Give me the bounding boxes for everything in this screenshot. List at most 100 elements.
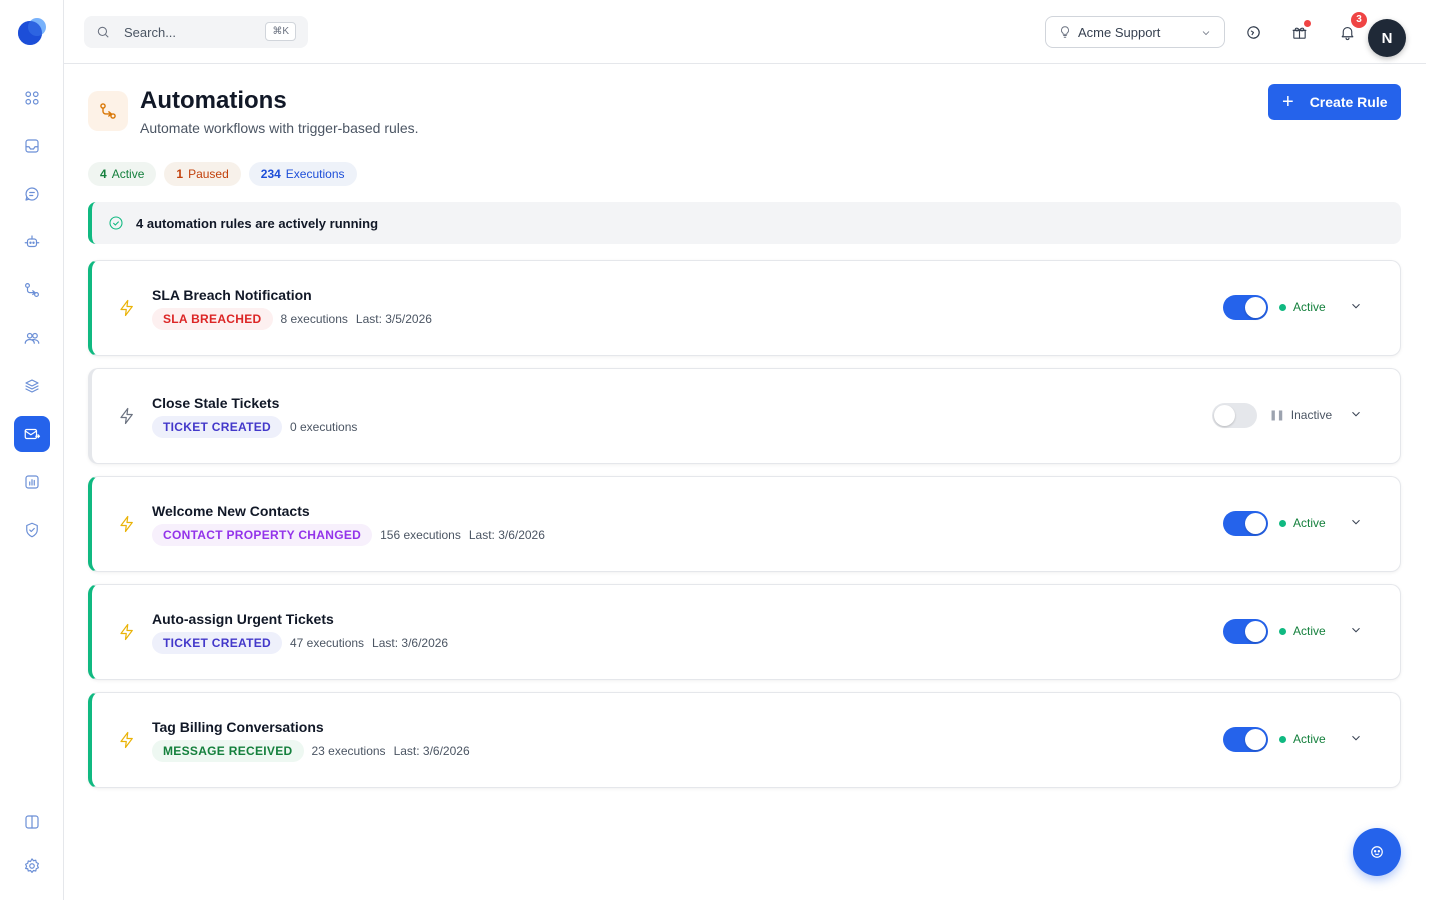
bot-icon[interactable] <box>14 224 50 260</box>
rule-toggle[interactable] <box>1223 619 1268 644</box>
workflow-icon[interactable] <box>14 272 50 308</box>
bell-icon[interactable]: 3 <box>1335 12 1367 44</box>
rule-status: Active <box>1279 516 1326 530</box>
create-rule-button[interactable]: + Create Rule <box>1268 84 1401 120</box>
page-subtitle: Automate workflows with trigger-based ru… <box>140 120 419 136</box>
status-dot <box>1279 627 1286 635</box>
rule-name: Welcome New Contacts <box>152 503 310 519</box>
lightbulb-icon <box>1061 26 1069 38</box>
rule-executions: 8 executions <box>280 312 348 326</box>
app-logo[interactable] <box>16 15 48 47</box>
rule-last-run: Last: 3/6/2026 <box>393 744 470 758</box>
rule-status-label: Inactive <box>1290 408 1333 422</box>
expand-chevron-icon[interactable] <box>1349 731 1365 747</box>
rule-meta: CONTACT PROPERTY CHANGED 156 executions … <box>152 524 545 546</box>
check-circle-icon <box>109 216 123 230</box>
rule-last-run: Last: 3/6/2026 <box>372 636 449 650</box>
status-dot <box>1279 303 1286 311</box>
dashboard-icon[interactable] <box>14 80 50 116</box>
search-shortcut: ⌘K <box>265 22 296 41</box>
team-icon[interactable] <box>14 320 50 356</box>
chat-bubble-icon <box>1371 846 1383 858</box>
toggle-knob <box>1245 297 1266 318</box>
reports-icon[interactable] <box>14 464 50 500</box>
rule-card[interactable]: SLA Breach Notification SLA BREACHED 8 e… <box>88 260 1401 356</box>
inbox-icon[interactable] <box>14 128 50 164</box>
search-box[interactable]: ⌘K <box>84 16 308 48</box>
rule-meta: MESSAGE RECEIVED 23 executions Last: 3/6… <box>152 740 470 762</box>
rule-executions: 47 executions <box>289 636 365 650</box>
rule-status: Active <box>1279 732 1326 746</box>
pause-icon: ❚❚ <box>1269 409 1285 421</box>
rule-name: Tag Billing Conversations <box>152 719 324 735</box>
rule-card[interactable]: Auto-assign Urgent Tickets TICKET CREATE… <box>88 584 1401 680</box>
create-rule-label: Create Rule <box>1309 94 1388 110</box>
rule-card[interactable]: Welcome New Contacts CONTACT PROPERTY CH… <box>88 476 1401 572</box>
stat-paused-count: 1 <box>176 167 184 181</box>
rule-card[interactable]: Tag Billing Conversations MESSAGE RECEIV… <box>88 692 1401 788</box>
user-avatar[interactable]: N <box>1368 19 1406 57</box>
stat-active-label: Active <box>111 167 145 181</box>
status-banner: 4 automation rules are actively running <box>88 202 1401 244</box>
expand-chevron-icon[interactable] <box>1349 407 1365 423</box>
expand-chevron-icon[interactable] <box>1349 623 1365 639</box>
trigger-tag: SLA BREACHED <box>152 308 273 330</box>
stat-paused: 1 Paused <box>164 162 241 186</box>
chevron-down-icon <box>1202 31 1210 36</box>
rule-status-label: Active <box>1293 624 1326 638</box>
bolt-icon <box>118 514 136 534</box>
expand-chevron-icon[interactable] <box>1349 515 1365 531</box>
knowledge-layers-icon[interactable] <box>14 368 50 404</box>
stat-active: 4 Active <box>88 162 157 186</box>
stat-active-count: 4 <box>100 167 107 181</box>
plus-icon: + <box>1282 91 1294 113</box>
bolt-icon <box>118 406 136 426</box>
status-dot <box>1279 735 1286 743</box>
settings-gear-icon[interactable] <box>14 848 50 884</box>
page-title: Automations <box>140 87 287 114</box>
stats-row: 4 Active 1 Paused 234 Executions <box>88 162 357 186</box>
bolt-icon <box>118 622 136 642</box>
toggle-knob <box>1245 621 1266 642</box>
status-dot <box>1279 519 1286 527</box>
chat-icon[interactable] <box>14 176 50 212</box>
stat-executions-label: Executions <box>285 167 345 181</box>
expand-chevron-icon[interactable] <box>1349 299 1365 315</box>
sidebar-toggle-icon[interactable] <box>14 804 50 840</box>
rule-status-label: Active <box>1293 516 1326 530</box>
rule-last-run: Last: 3/5/2026 <box>355 312 432 326</box>
rule-toggle[interactable] <box>1223 511 1268 536</box>
bolt-icon <box>118 730 136 750</box>
search-input[interactable] <box>84 16 264 48</box>
rule-status-label: Active <box>1293 300 1326 314</box>
workspace-selector[interactable]: Acme Support <box>1045 16 1225 48</box>
rule-executions: 0 executions <box>289 420 358 434</box>
toggle-knob <box>1214 405 1235 426</box>
gift-icon[interactable] <box>1287 20 1311 44</box>
trigger-tag: TICKET CREATED <box>152 632 282 654</box>
banner-text: 4 automation rules are actively running <box>136 215 379 231</box>
automations-mail-icon[interactable] <box>14 416 50 452</box>
status-indicator-icon[interactable] <box>1241 20 1265 44</box>
trigger-tag: CONTACT PROPERTY CHANGED <box>152 524 373 546</box>
rule-executions: 156 executions <box>380 528 461 542</box>
rule-card[interactable]: Close Stale Tickets TICKET CREATED 0 exe… <box>88 368 1401 464</box>
rule-status: Active <box>1279 624 1326 638</box>
rule-name: Close Stale Tickets <box>152 395 280 411</box>
gift-red-dot <box>1304 20 1311 27</box>
workflow-page-icon <box>88 91 128 131</box>
trigger-tag: MESSAGE RECEIVED <box>152 740 304 762</box>
sidebar <box>0 0 64 900</box>
stat-executions: 234 Executions <box>248 162 357 186</box>
rule-last-run: Last: 3/6/2026 <box>468 528 545 542</box>
chat-support-fab[interactable] <box>1353 828 1401 876</box>
rule-toggle[interactable] <box>1212 403 1257 428</box>
stat-executions-count: 234 <box>260 167 281 181</box>
rule-executions: 23 executions <box>311 744 386 758</box>
rule-toggle[interactable] <box>1223 295 1268 320</box>
rule-toggle[interactable] <box>1223 727 1268 752</box>
shield-check-icon[interactable] <box>14 512 50 548</box>
trigger-tag: TICKET CREATED <box>152 416 282 438</box>
workspace-label: Acme Support <box>1078 24 1161 40</box>
rule-status: Active <box>1279 300 1326 314</box>
